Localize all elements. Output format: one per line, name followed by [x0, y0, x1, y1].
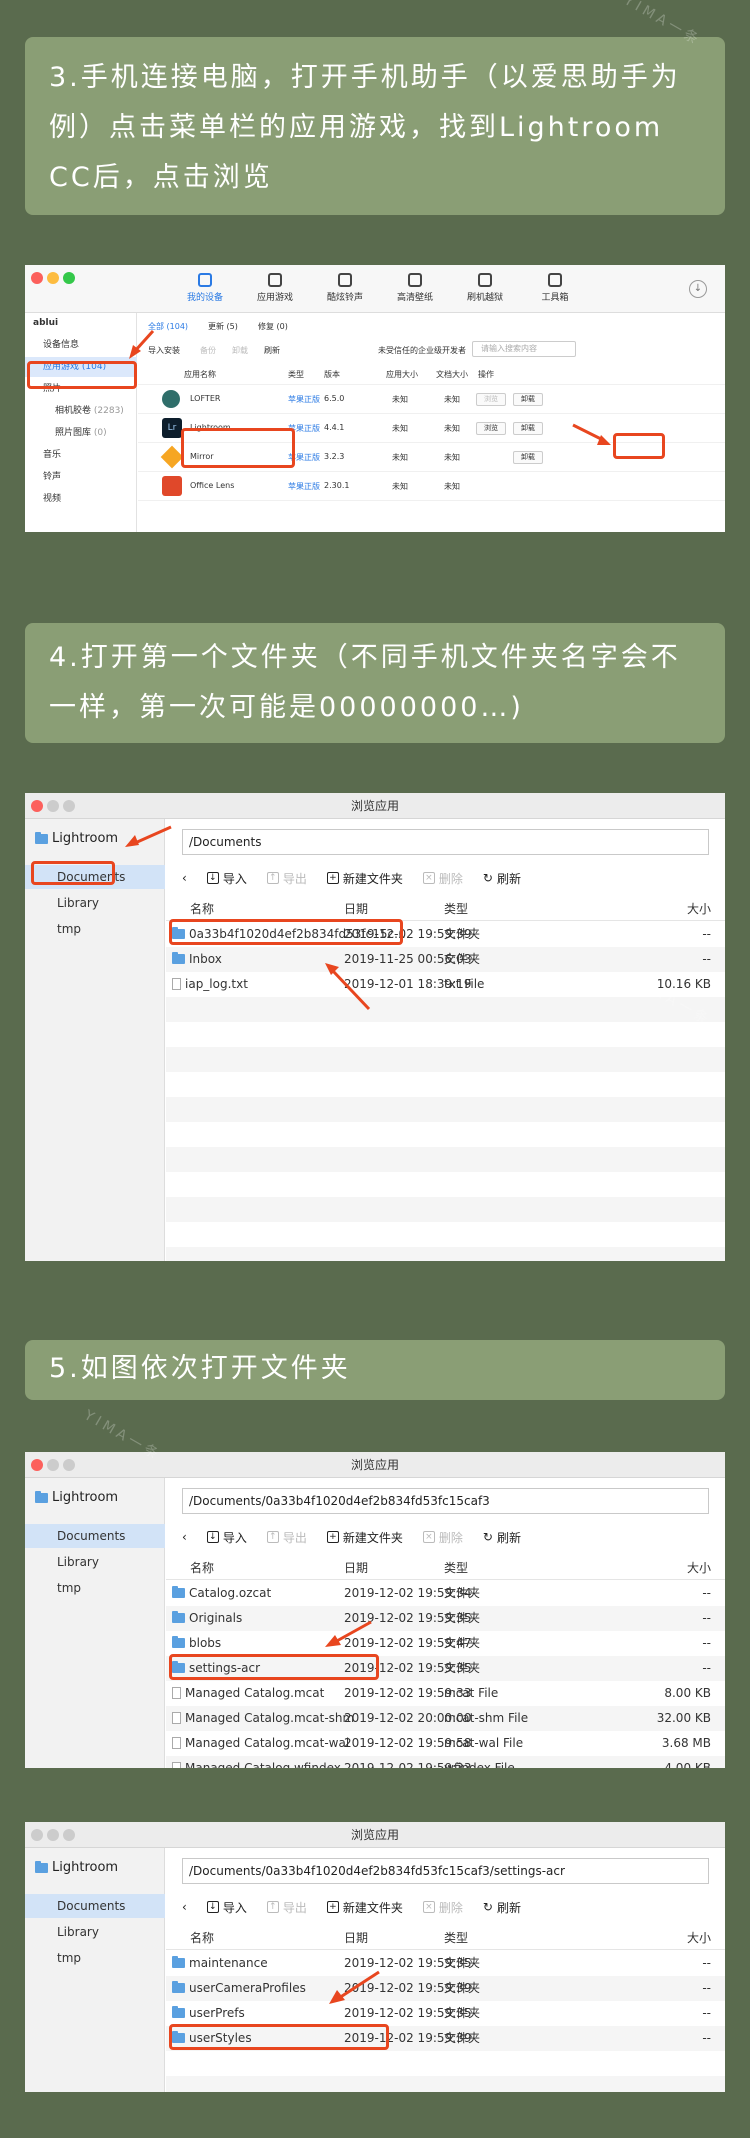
arrow-annotation [129, 329, 611, 445]
step3-text: 3.手机连接电脑，打开手机助手（以爱思助手为例）点击菜单栏的应用游戏，找到Lig… [49, 62, 681, 193]
step3-banner: 3.手机连接电脑，打开手机助手（以爱思助手为例）点击菜单栏的应用游戏，找到Lig… [25, 37, 725, 215]
step4-banner: 4.打开第一个文件夹（不同手机文件夹名字会不一样，第一次可能是00000000…… [25, 623, 725, 743]
file-browser-documents: 浏览应用 Lightroom Documents Library tmp /Do… [25, 793, 725, 1261]
arrow-annotation [325, 1620, 372, 1647]
step5-text: 5.如图依次打开文件夹 [49, 1353, 351, 1384]
step5-banner: 5.如图依次打开文件夹 [25, 1340, 725, 1400]
file-browser-catalog: 浏览应用 Lightroom Documents Library tmp /Do… [25, 1452, 725, 1768]
app-manager-window: 我的设备 应用游戏 酷炫铃声 高清壁纸 刷机越狱 工具箱 ↓ ablui 设备信… [25, 265, 725, 532]
arrow-annotation [125, 825, 371, 1011]
step4-text: 4.打开第一个文件夹（不同手机文件夹名字会不一样，第一次可能是00000000…… [49, 642, 681, 723]
arrow-annotation [329, 1970, 380, 2004]
file-browser-settings-acr: 浏览应用 Lightroom Documents Library tmp /Do… [25, 1822, 725, 2092]
